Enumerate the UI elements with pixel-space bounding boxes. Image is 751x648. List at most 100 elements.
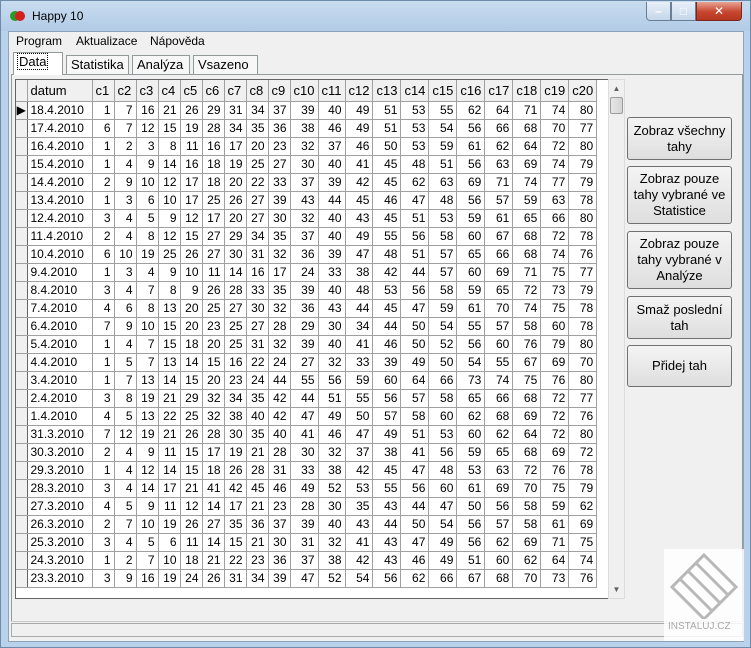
row-header[interactable] (16, 263, 28, 282)
number-cell[interactable]: 58 (400, 407, 430, 426)
number-cell[interactable]: 27 (246, 191, 269, 210)
number-cell[interactable]: 5 (114, 497, 137, 516)
number-cell[interactable]: 8 (114, 389, 137, 408)
table-row[interactable]: 28.3.2010 3 4 14 17 21 41 42 45 46 49 52 53 55 56 60 61 6… (16, 479, 598, 498)
number-cell[interactable]: 41 (345, 155, 374, 174)
number-cell[interactable]: 48 (428, 191, 458, 210)
number-cell[interactable]: 55 (428, 101, 458, 120)
row-header[interactable] (16, 227, 28, 246)
number-cell[interactable]: 15 (180, 443, 203, 462)
number-cell[interactable]: 35 (268, 227, 291, 246)
number-cell[interactable]: 47 (400, 533, 430, 552)
number-cell[interactable]: 15 (202, 353, 225, 372)
number-cell[interactable]: 44 (318, 191, 346, 210)
number-cell[interactable]: 80 (568, 137, 598, 156)
number-cell[interactable]: 1 (92, 263, 115, 282)
number-cell[interactable]: 26 (224, 191, 247, 210)
row-header[interactable] (16, 209, 28, 228)
column-header-c7[interactable]: c7 (224, 80, 247, 102)
number-cell[interactable]: 78 (568, 227, 598, 246)
number-cell[interactable]: 22 (246, 353, 269, 372)
number-cell[interactable]: 31 (290, 533, 319, 552)
number-cell[interactable]: 49 (428, 533, 458, 552)
number-cell[interactable]: 62 (456, 407, 486, 426)
column-header-c1[interactable]: c1 (92, 80, 115, 102)
number-cell[interactable]: 61 (484, 209, 514, 228)
tab-vsazeno[interactable]: Vsazeno (193, 55, 258, 74)
number-cell[interactable]: 49 (345, 101, 374, 120)
number-cell[interactable]: 59 (456, 209, 486, 228)
number-cell[interactable]: 27 (246, 317, 269, 336)
number-cell[interactable]: 20 (180, 317, 203, 336)
number-cell[interactable]: 4 (114, 335, 137, 354)
column-header-c13[interactable]: c13 (372, 80, 402, 102)
number-cell[interactable]: 1 (92, 101, 115, 120)
table-row[interactable]: 29.3.2010 1 4 12 14 15 18 26 28 31 33 38 42 45 47 48 53 6… (16, 461, 598, 480)
number-cell[interactable]: 59 (428, 137, 458, 156)
menu-program[interactable]: Program (16, 34, 62, 48)
number-cell[interactable]: 36 (290, 245, 319, 264)
number-cell[interactable]: 47 (400, 461, 430, 480)
number-cell[interactable]: 10 (136, 173, 159, 192)
date-cell[interactable]: 6.4.2010 (27, 317, 93, 336)
number-cell[interactable]: 65 (456, 245, 486, 264)
number-cell[interactable]: 60 (372, 371, 402, 390)
number-cell[interactable]: 6 (92, 119, 115, 138)
number-cell[interactable]: 66 (484, 389, 514, 408)
number-cell[interactable]: 76 (512, 335, 542, 354)
number-cell[interactable]: 67 (512, 353, 542, 372)
number-cell[interactable]: 32 (268, 299, 291, 318)
number-cell[interactable]: 4 (114, 479, 137, 498)
number-cell[interactable]: 12 (136, 461, 159, 480)
tab-statistika[interactable]: Statistika (66, 55, 129, 74)
number-cell[interactable]: 77 (568, 389, 598, 408)
row-header[interactable] (16, 173, 28, 192)
number-cell[interactable]: 70 (484, 299, 514, 318)
number-cell[interactable]: 19 (136, 389, 159, 408)
number-cell[interactable]: 57 (484, 515, 514, 534)
number-cell[interactable]: 40 (318, 515, 346, 534)
row-header[interactable] (16, 317, 28, 336)
number-cell[interactable]: 20 (202, 371, 225, 390)
number-cell[interactable]: 44 (345, 299, 374, 318)
table-row[interactable]: 8.4.2010 3 4 7 8 9 26 28 33 35 39 40 48 53 56 58 59 65 72 7… (16, 281, 598, 300)
row-header[interactable] (16, 533, 28, 552)
number-cell[interactable]: 55 (456, 317, 486, 336)
number-cell[interactable]: 19 (158, 515, 181, 534)
date-cell[interactable]: 7.4.2010 (27, 299, 93, 318)
number-cell[interactable]: 79 (568, 479, 598, 498)
number-cell[interactable]: 11 (158, 443, 181, 462)
number-cell[interactable]: 32 (268, 245, 291, 264)
number-cell[interactable]: 39 (290, 335, 319, 354)
number-cell[interactable]: 22 (246, 173, 269, 192)
number-cell[interactable]: 49 (428, 551, 458, 570)
number-cell[interactable]: 2 (92, 515, 115, 534)
number-cell[interactable]: 73 (540, 281, 570, 300)
number-cell[interactable]: 7 (136, 551, 159, 570)
number-cell[interactable]: 76 (568, 407, 598, 426)
number-cell[interactable]: 44 (268, 371, 291, 390)
number-cell[interactable]: 44 (290, 389, 319, 408)
number-cell[interactable]: 59 (456, 281, 486, 300)
number-cell[interactable]: 63 (484, 461, 514, 480)
number-cell[interactable]: 54 (456, 353, 486, 372)
number-cell[interactable]: 53 (400, 119, 430, 138)
number-cell[interactable]: 43 (345, 515, 374, 534)
number-cell[interactable]: 58 (428, 389, 458, 408)
number-cell[interactable]: 19 (158, 569, 181, 588)
number-cell[interactable]: 80 (568, 335, 598, 354)
number-cell[interactable]: 51 (318, 389, 346, 408)
close-button[interactable]: ✕ (696, 2, 742, 21)
number-cell[interactable]: 9 (114, 173, 137, 192)
row-header[interactable] (16, 335, 28, 354)
number-cell[interactable]: 72 (540, 227, 570, 246)
number-cell[interactable]: 14 (136, 479, 159, 498)
column-header-c20[interactable]: c20 (568, 80, 598, 102)
number-cell[interactable]: 38 (318, 551, 346, 570)
date-cell[interactable]: 8.4.2010 (27, 281, 93, 300)
number-cell[interactable]: 22 (158, 407, 181, 426)
row-header[interactable] (16, 137, 28, 156)
date-cell[interactable]: 12.4.2010 (27, 209, 93, 228)
add-draw-button[interactable]: Přidej tah (627, 345, 732, 387)
number-cell[interactable]: 20 (246, 137, 269, 156)
